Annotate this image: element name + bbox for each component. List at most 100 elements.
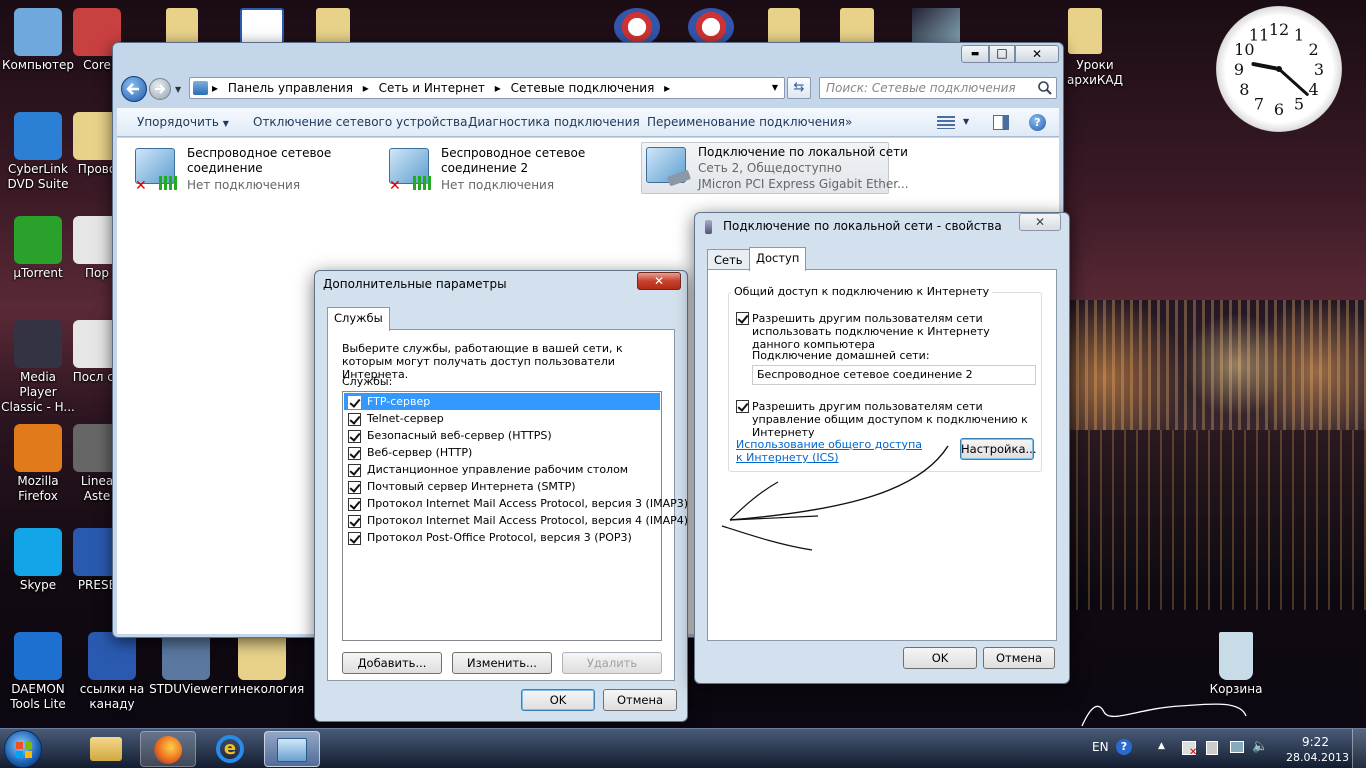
folder-icon[interactable]	[1068, 8, 1102, 54]
clock-time[interactable]: 9:22	[1302, 735, 1329, 749]
address-dropdown-icon[interactable]: ▼	[772, 78, 778, 98]
taskbar-firefox[interactable]	[140, 731, 196, 767]
service-item[interactable]: Протокол Internet Mail Access Protocol, …	[344, 495, 688, 512]
desktop-icon[interactable]: µTorrent	[0, 216, 76, 281]
app-icon[interactable]	[614, 8, 660, 46]
checkbox-icon[interactable]	[348, 395, 361, 409]
connection-item[interactable]: ✕ Беспроводное сетевое соединение Нет по…	[135, 146, 385, 198]
forward-button[interactable]	[149, 78, 171, 100]
checkbox-icon[interactable]	[736, 312, 749, 325]
desktop-icon[interactable]: гинекология	[224, 632, 304, 697]
address-bar[interactable]: ▸ Панель управления ▸ Сеть и Интернет ▸ …	[189, 77, 785, 99]
service-item[interactable]: Веб-сервер (HTTP)	[344, 444, 660, 461]
advanced-settings-dialog[interactable]: Дополнительные параметры ✕ Службы Выбери…	[314, 270, 688, 722]
service-item[interactable]: Почтовый сервер Интернета (SMTP)	[344, 478, 660, 495]
maximize-button[interactable]: □	[989, 45, 1015, 63]
breadcrumb-item[interactable]: Сетевые подключения	[511, 81, 655, 95]
breadcrumb-item[interactable]: Панель управления	[228, 81, 353, 95]
clock-gadget[interactable]: 12 1 2 3 4 5 6 7 8 9 10 11	[1216, 6, 1342, 132]
language-indicator[interactable]: EN	[1092, 740, 1109, 754]
connection-item-selected[interactable]: Подключение по локальной сети Сеть 2, Об…	[641, 142, 909, 194]
archicad-icon[interactable]	[912, 8, 960, 46]
connection-properties-dialog[interactable]: Подключение по локальной сети - свойства…	[694, 212, 1070, 684]
taskbar-ie[interactable]: e	[202, 731, 258, 767]
service-item[interactable]: Протокол Internet Mail Access Protocol, …	[344, 512, 688, 529]
show-hidden-icons[interactable]: ▲	[1158, 741, 1165, 751]
folder-icon[interactable]	[316, 8, 350, 46]
checkbox-icon[interactable]	[348, 463, 361, 477]
volume-icon[interactable]: 🔈	[1252, 739, 1268, 754]
checkbox-icon[interactable]	[348, 480, 361, 494]
more-commands-button[interactable]: »	[845, 108, 852, 136]
preview-pane-icon[interactable]	[993, 115, 1009, 130]
service-item[interactable]: Безопасный веб-сервер (HTTPS)	[344, 427, 660, 444]
disable-device-button[interactable]: Отключение сетевого устройства	[253, 108, 467, 136]
taskbar-control-panel[interactable]	[264, 731, 320, 767]
remove-service-button[interactable]: Удалить	[562, 652, 662, 674]
folder-icon[interactable]	[768, 8, 800, 46]
cancel-button[interactable]: Отмена	[983, 647, 1055, 669]
checkbox-icon[interactable]	[348, 531, 361, 545]
desktop-icon[interactable]: DAEMON Tools Lite	[0, 632, 76, 712]
checkbox-icon[interactable]	[736, 400, 749, 413]
add-service-button[interactable]: Добавить...	[342, 652, 442, 674]
clock-date[interactable]: 28.04.2013	[1286, 751, 1349, 764]
organize-button[interactable]: Упорядочить ▼	[137, 108, 229, 138]
tab-network[interactable]: Сеть	[707, 249, 750, 271]
folder-icon[interactable]	[840, 8, 874, 46]
desktop-icon[interactable]: CyberLink DVD Suite	[0, 112, 76, 192]
show-desktop-button[interactable]	[1352, 729, 1366, 768]
checkbox-icon[interactable]	[348, 497, 361, 511]
action-center-icon[interactable]: ✕	[1182, 741, 1197, 758]
app-icon[interactable]	[688, 8, 734, 46]
edit-service-button[interactable]: Изменить...	[452, 652, 552, 674]
ics-help-link[interactable]: Использование общего доступа к Интернету…	[736, 438, 926, 464]
search-input[interactable]: Поиск: Сетевые подключения	[826, 81, 1016, 95]
close-button[interactable]: ✕	[637, 272, 681, 290]
cancel-button[interactable]: Отмена	[603, 689, 677, 711]
search-box[interactable]: Поиск: Сетевые подключения	[819, 77, 1057, 99]
allow-control-checkbox[interactable]: Разрешить другим пользователям сети упра…	[736, 400, 1036, 439]
device-icon[interactable]	[1206, 741, 1218, 755]
desktop-icon[interactable]: Media Player Classic - H...	[0, 320, 76, 415]
desktop-icon[interactable]: Компьютер	[0, 8, 76, 73]
taskbar-explorer[interactable]	[78, 731, 134, 767]
desktop-icon[interactable]: Skype	[0, 528, 76, 593]
service-item[interactable]: Протокол Post-Office Protocol, версия 3 …	[344, 529, 660, 546]
ok-button[interactable]: OK	[903, 647, 977, 669]
refresh-button[interactable]: ⇆	[787, 77, 811, 99]
services-list[interactable]: FTP-сервер Telnet-сервер Безопасный веб-се…	[342, 391, 688, 641]
view-dropdown-icon[interactable]: ▼	[963, 108, 969, 136]
start-button[interactable]	[4, 730, 42, 768]
network-tray-icon[interactable]	[1230, 741, 1244, 753]
service-item[interactable]: FTP-сервер	[344, 393, 660, 410]
breadcrumb-item[interactable]: Сеть и Интернет	[379, 81, 485, 95]
desktop-icon[interactable]: STDUViewer	[148, 632, 224, 697]
checkbox-icon[interactable]	[348, 429, 361, 443]
back-button[interactable]	[121, 76, 147, 102]
tab-sharing[interactable]: Доступ	[749, 247, 807, 271]
service-item[interactable]: Telnet-сервер	[344, 410, 660, 427]
checkbox-icon[interactable]	[348, 412, 361, 426]
help-icon[interactable]: ?	[1029, 114, 1046, 131]
minimize-button[interactable]: ▬	[961, 45, 989, 63]
view-options-icon[interactable]	[937, 116, 955, 129]
search-icon[interactable]	[1037, 80, 1053, 96]
checkbox-icon[interactable]	[348, 446, 361, 460]
close-button[interactable]: ✕	[1015, 45, 1059, 63]
history-dropdown-icon[interactable]: ▼	[175, 85, 181, 94]
desktop-icon[interactable]: ссылки на канаду	[74, 632, 150, 712]
service-item[interactable]: Дистанционное управление рабочим столом	[344, 461, 660, 478]
home-network-field[interactable]: Беспроводное сетевое соединение 2	[752, 365, 1036, 385]
desktop-icon[interactable]: Корзина	[1198, 632, 1274, 697]
word-icon[interactable]	[240, 8, 284, 46]
allow-sharing-checkbox[interactable]: Разрешить другим пользователям сети испо…	[736, 312, 1036, 351]
checkbox-icon[interactable]	[348, 514, 361, 528]
close-button[interactable]: ✕	[1019, 213, 1061, 231]
tab-services[interactable]: Службы	[327, 307, 390, 331]
help-tray-icon[interactable]: ?	[1116, 739, 1132, 755]
ok-button[interactable]: OK	[521, 689, 595, 711]
connection-item[interactable]: ✕ Беспроводное сетевое соединение 2 Нет …	[389, 146, 639, 198]
diagnose-button[interactable]: Диагностика подключения	[468, 108, 640, 136]
folder-icon[interactable]	[166, 8, 198, 46]
